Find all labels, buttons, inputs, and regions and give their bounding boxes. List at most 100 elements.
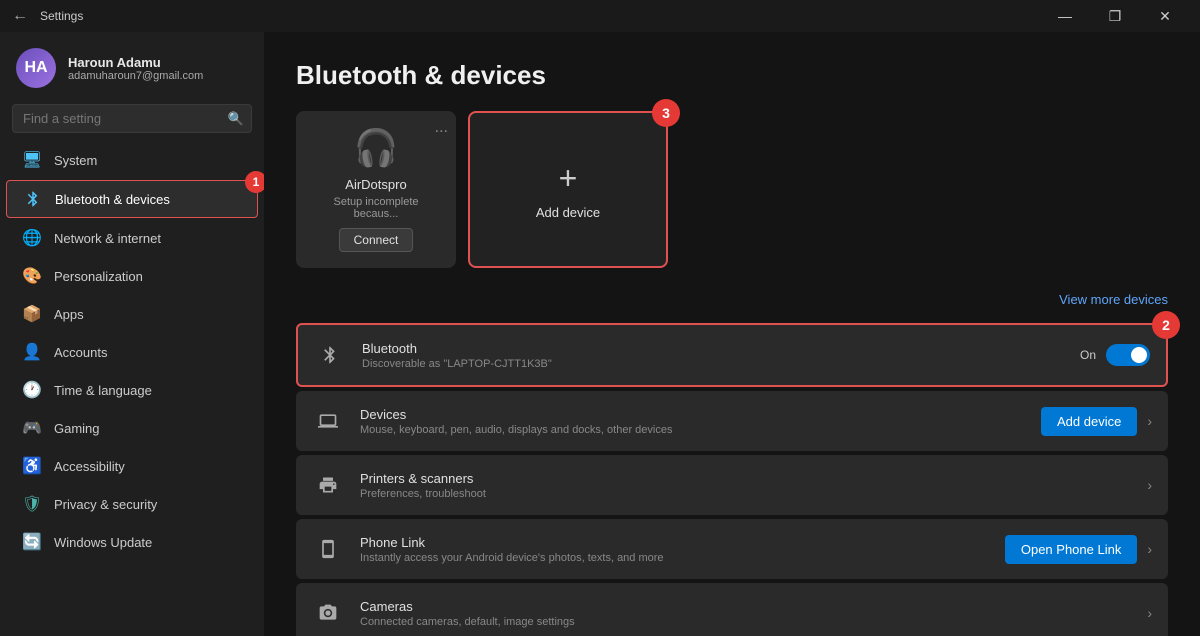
page-title: Bluetooth & devices <box>296 60 1168 91</box>
network-icon: 🌐 <box>22 228 42 248</box>
sidebar-label-accessibility: Accessibility <box>54 459 125 474</box>
sidebar-label-network: Network & internet <box>54 231 161 246</box>
titlebar-left: ← Settings <box>12 7 83 25</box>
bluetooth-row-title: Bluetooth <box>362 341 1064 356</box>
printers-row-text: Printers & scanners Preferences, trouble… <box>360 471 1131 500</box>
bluetooth-row[interactable]: 2 Bluetooth Discoverable as "LAPTOP-CJTT… <box>296 323 1168 387</box>
user-email: adamuharoun7@gmail.com <box>68 70 203 82</box>
devices-row-title: Devices <box>360 407 1025 422</box>
devices-row-subtitle: Mouse, keyboard, pen, audio, displays an… <box>360 424 1025 436</box>
cameras-row-subtitle: Connected cameras, default, image settin… <box>360 616 1131 628</box>
add-plus-icon: + <box>559 160 578 197</box>
sidebar-item-accounts[interactable]: 👤 Accounts <box>6 334 258 370</box>
device-card-name: AirDotspro <box>345 177 406 192</box>
phonelink-row-subtitle: Instantly access your Android device's p… <box>360 552 989 564</box>
titlebar-title: Settings <box>40 9 83 23</box>
add-device-card[interactable]: 3 + Add device <box>468 111 668 268</box>
phonelink-row-text: Phone Link Instantly access your Android… <box>360 535 989 564</box>
personalization-icon: 🎨 <box>22 266 42 286</box>
devices-row-icon <box>312 405 344 437</box>
sidebar-item-network[interactable]: 🌐 Network & internet <box>6 220 258 256</box>
printers-row-icon <box>312 469 344 501</box>
time-icon: 🕐 <box>22 380 42 400</box>
sidebar-item-system[interactable]: 🖥 System <box>6 142 258 178</box>
update-icon: 🔄 <box>22 532 42 552</box>
devices-row-text: Devices Mouse, keyboard, pen, audio, dis… <box>360 407 1025 436</box>
user-profile[interactable]: HA Haroun Adamu adamuharoun7@gmail.com <box>0 32 264 100</box>
sidebar: HA Haroun Adamu adamuharoun7@gmail.com 🔍… <box>0 32 264 636</box>
sidebar-item-personalization[interactable]: 🎨 Personalization <box>6 258 258 294</box>
devices-add-button[interactable]: Add device <box>1041 407 1137 436</box>
printers-row-right: › <box>1147 477 1152 493</box>
sidebar-label-system: System <box>54 153 97 168</box>
sidebar-label-time: Time & language <box>54 383 152 398</box>
sidebar-item-update[interactable]: 🔄 Windows Update <box>6 524 258 560</box>
user-info: Haroun Adamu adamuharoun7@gmail.com <box>68 55 203 82</box>
maxrestore-button[interactable]: ❐ <box>1092 0 1138 32</box>
toggle-knob <box>1131 347 1147 363</box>
sidebar-item-accessibility[interactable]: ♿ Accessibility <box>6 448 258 484</box>
printers-row-subtitle: Preferences, troubleshoot <box>360 488 1131 500</box>
bluetooth-row-icon <box>314 339 346 371</box>
sidebar-label-apps: Apps <box>54 307 84 322</box>
bluetooth-toggle-badge-2: 2 <box>1152 311 1180 339</box>
device-cards-row: ... 🎧 AirDotspro Setup incomplete becaus… <box>296 111 1168 268</box>
search-icon: 🔍 <box>228 111 244 127</box>
bluetooth-row-text: Bluetooth Discoverable as "LAPTOP-CJTT1K… <box>362 341 1064 370</box>
phonelink-chevron-icon: › <box>1147 541 1152 557</box>
avatar: HA <box>16 48 56 88</box>
sidebar-item-apps[interactable]: 📦 Apps <box>6 296 258 332</box>
printers-row[interactable]: Printers & scanners Preferences, trouble… <box>296 455 1168 515</box>
bluetooth-toggle[interactable] <box>1106 344 1150 366</box>
search-input[interactable] <box>12 104 252 133</box>
sidebar-label-update: Windows Update <box>54 535 152 550</box>
card-menu-dots[interactable]: ... <box>435 119 448 137</box>
accessibility-icon: ♿ <box>22 456 42 476</box>
bluetooth-row-subtitle: Discoverable as "LAPTOP-CJTT1K3B" <box>362 358 1064 370</box>
cameras-row-icon <box>312 597 344 629</box>
phonelink-row-icon <box>312 533 344 565</box>
printers-chevron-icon: › <box>1147 477 1152 493</box>
cameras-row-text: Cameras Connected cameras, default, imag… <box>360 599 1131 628</box>
system-icon: 🖥 <box>22 150 42 170</box>
sidebar-item-gaming[interactable]: 🎮 Gaming <box>6 410 258 446</box>
toggle-on-label: On <box>1080 348 1096 362</box>
cameras-chevron-icon: › <box>1147 605 1152 621</box>
content-area: Bluetooth & devices ... 🎧 AirDotspro Set… <box>264 32 1200 636</box>
accounts-icon: 👤 <box>22 342 42 362</box>
sidebar-item-bluetooth[interactable]: 1 Bluetooth & devices <box>6 180 258 218</box>
printers-row-title: Printers & scanners <box>360 471 1131 486</box>
view-more-devices[interactable]: View more devices <box>296 284 1168 315</box>
add-device-label: Add device <box>536 205 600 220</box>
sidebar-item-time[interactable]: 🕐 Time & language <box>6 372 258 408</box>
phonelink-row[interactable]: Phone Link Instantly access your Android… <box>296 519 1168 579</box>
sidebar-label-personalization: Personalization <box>54 269 143 284</box>
gaming-icon: 🎮 <box>22 418 42 438</box>
headphones-icon: 🎧 <box>354 127 399 169</box>
add-device-badge-3: 3 <box>652 99 680 127</box>
sidebar-label-bluetooth: Bluetooth & devices <box>55 192 170 207</box>
search-container: 🔍 <box>12 104 252 133</box>
privacy-icon: 🛡 <box>22 494 42 514</box>
bluetooth-toggle-area: On <box>1080 344 1150 366</box>
devices-row[interactable]: Devices Mouse, keyboard, pen, audio, dis… <box>296 391 1168 451</box>
user-name: Haroun Adamu <box>68 55 203 70</box>
sidebar-label-gaming: Gaming <box>54 421 100 436</box>
phonelink-open-button[interactable]: Open Phone Link <box>1005 535 1137 564</box>
sidebar-label-accounts: Accounts <box>54 345 107 360</box>
devices-chevron-icon: › <box>1147 413 1152 429</box>
back-button[interactable]: ← <box>12 7 28 25</box>
minimize-button[interactable]: — <box>1042 0 1088 32</box>
phonelink-row-title: Phone Link <box>360 535 989 550</box>
connect-button[interactable]: Connect <box>339 228 414 252</box>
airdotspro-card[interactable]: ... 🎧 AirDotspro Setup incomplete becaus… <box>296 111 456 268</box>
device-card-status: Setup incomplete becaus... <box>312 196 440 220</box>
sidebar-item-privacy[interactable]: 🛡 Privacy & security <box>6 486 258 522</box>
cameras-row[interactable]: Cameras Connected cameras, default, imag… <box>296 583 1168 636</box>
main-layout: HA Haroun Adamu adamuharoun7@gmail.com 🔍… <box>0 32 1200 636</box>
bluetooth-badge-1: 1 <box>245 171 264 193</box>
close-button[interactable]: ✕ <box>1142 0 1188 32</box>
bluetooth-icon <box>23 189 43 209</box>
phonelink-row-right: Open Phone Link › <box>1005 535 1152 564</box>
titlebar-controls: — ❐ ✕ <box>1042 0 1188 32</box>
